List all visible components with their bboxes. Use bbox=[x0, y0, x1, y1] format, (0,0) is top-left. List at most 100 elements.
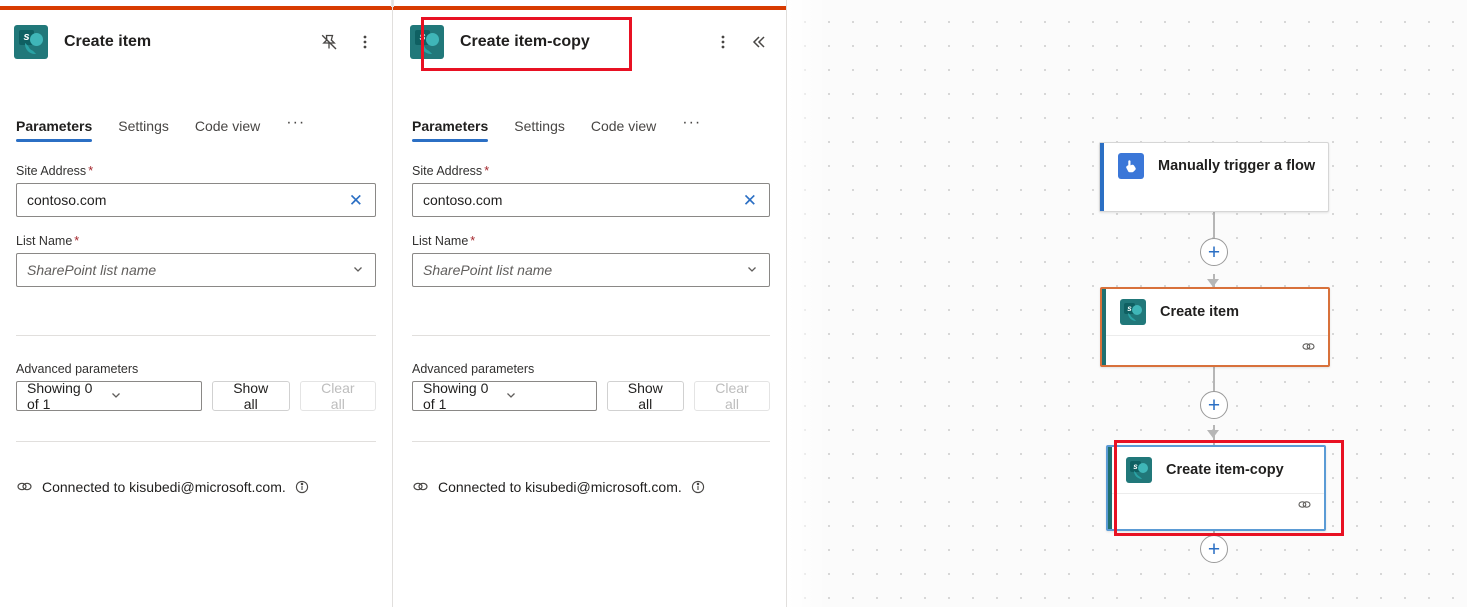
pin-off-icon[interactable] bbox=[314, 27, 344, 57]
chevron-down-icon[interactable] bbox=[107, 388, 193, 404]
site-address-value: contoso.com bbox=[423, 192, 503, 208]
list-name-placeholder: SharePoint list name bbox=[423, 262, 553, 278]
node-header: s Create item-copy bbox=[1108, 447, 1324, 493]
link-icon[interactable] bbox=[1297, 497, 1312, 517]
connection-status: Connected to kisubedi@microsoft.com. bbox=[396, 478, 786, 495]
advanced-parameters-section: Advanced parameters Showing 0 of 1 Show … bbox=[0, 362, 392, 412]
connection-icon bbox=[16, 478, 33, 495]
panel-divider-left bbox=[392, 0, 393, 607]
node-accent-bar bbox=[1108, 447, 1112, 529]
flow-node-create-item[interactable]: s Create item bbox=[1100, 287, 1330, 367]
field-label-site-address: Site Address * bbox=[16, 164, 376, 178]
sharepoint-icon: s bbox=[14, 25, 48, 59]
site-address-input[interactable]: contoso.com ✕ bbox=[412, 183, 770, 217]
show-all-button[interactable]: Show all bbox=[211, 380, 290, 412]
node-title: Create item bbox=[1160, 303, 1239, 320]
connection-icon bbox=[412, 478, 429, 495]
sharepoint-icon-swoosh bbox=[1134, 471, 1142, 479]
field-list-name: List Name * SharePoint list name bbox=[412, 234, 770, 287]
tab-settings[interactable]: Settings bbox=[514, 118, 565, 142]
add-step-button[interactable]: + bbox=[1200, 535, 1228, 563]
node-accent-bar bbox=[1102, 289, 1106, 365]
label-text: List Name bbox=[16, 234, 73, 248]
field-site-address: Site Address * contoso.com ✕ bbox=[412, 164, 770, 217]
panel-header-actions bbox=[708, 10, 774, 74]
panel-header: s Create item bbox=[0, 10, 392, 74]
list-name-placeholder: SharePoint list name bbox=[27, 262, 157, 278]
add-step-button[interactable]: + bbox=[1200, 391, 1228, 419]
flow-node-create-item-copy[interactable]: s Create item-copy bbox=[1106, 445, 1326, 531]
collapse-icon[interactable] bbox=[744, 27, 774, 57]
section-divider bbox=[16, 335, 376, 336]
advanced-parameters-controls: Showing 0 of 1 Show all Clear all bbox=[16, 380, 376, 412]
add-step-button[interactable]: + bbox=[1200, 238, 1228, 266]
sharepoint-icon-swoosh bbox=[1128, 313, 1136, 321]
tab-overflow-icon[interactable]: ··· bbox=[286, 114, 305, 142]
chevron-down-icon[interactable] bbox=[502, 388, 587, 404]
required-asterisk: * bbox=[88, 164, 94, 178]
label-text: List Name bbox=[412, 234, 469, 248]
tab-overflow-icon[interactable]: ··· bbox=[682, 114, 701, 142]
sharepoint-icon-swoosh bbox=[25, 43, 36, 54]
connection-divider bbox=[412, 441, 770, 442]
panel-title: Create item bbox=[64, 33, 152, 50]
tab-parameters[interactable]: Parameters bbox=[16, 118, 93, 142]
advanced-parameters-section: Advanced parameters Showing 0 of 1 Show … bbox=[396, 362, 786, 412]
sharepoint-icon: s bbox=[410, 25, 444, 59]
tab-code-view[interactable]: Code view bbox=[195, 118, 260, 142]
site-address-input[interactable]: contoso.com ✕ bbox=[16, 183, 376, 217]
advanced-showing-dropdown[interactable]: Showing 0 of 1 bbox=[16, 380, 202, 412]
more-options-icon[interactable] bbox=[350, 27, 380, 57]
panel-tabs: Parameters Settings Code view ··· bbox=[396, 98, 786, 142]
more-options-icon[interactable] bbox=[708, 27, 738, 57]
info-icon[interactable] bbox=[295, 480, 309, 494]
show-all-button[interactable]: Show all bbox=[606, 380, 684, 412]
label-text: Site Address bbox=[412, 164, 483, 178]
panel-header: s Create item-copy bbox=[396, 10, 786, 74]
parameters-form: Site Address * contoso.com ✕ List Name * S… bbox=[0, 164, 392, 287]
info-icon[interactable] bbox=[691, 480, 705, 494]
tab-parameters[interactable]: Parameters bbox=[412, 118, 489, 142]
required-asterisk: * bbox=[484, 164, 490, 178]
advanced-parameters-label: Advanced parameters bbox=[412, 362, 535, 376]
site-address-value: contoso.com bbox=[27, 192, 107, 208]
list-name-dropdown[interactable]: SharePoint list name bbox=[412, 253, 770, 287]
connector-arrow bbox=[1207, 279, 1219, 287]
manual-trigger-icon bbox=[1118, 153, 1144, 179]
advanced-showing-dropdown[interactable]: Showing 0 of 1 bbox=[412, 380, 597, 412]
flow-node-manual-trigger[interactable]: Manually trigger a flow bbox=[1099, 142, 1329, 212]
link-icon[interactable] bbox=[1301, 339, 1316, 359]
clear-icon[interactable]: ✕ bbox=[345, 192, 367, 209]
clear-all-button: Clear all bbox=[299, 380, 376, 412]
section-divider bbox=[412, 335, 770, 336]
node-title: Manually trigger a flow bbox=[1158, 157, 1316, 174]
connection-text: Connected to kisubedi@microsoft.com. bbox=[42, 478, 286, 495]
chevron-down-icon[interactable] bbox=[349, 263, 367, 278]
connection-status: Connected to kisubedi@microsoft.com. bbox=[0, 478, 392, 495]
canvas-edge-fade bbox=[787, 0, 827, 607]
flow-canvas[interactable]: Manually trigger a flow s Create item s … bbox=[787, 0, 1467, 607]
list-name-dropdown[interactable]: SharePoint list name bbox=[16, 253, 376, 287]
advanced-showing-value: Showing 0 of 1 bbox=[27, 380, 93, 412]
node-footer bbox=[1102, 335, 1328, 362]
connector-arrow bbox=[1207, 430, 1219, 438]
field-site-address: Site Address * contoso.com ✕ bbox=[16, 164, 376, 217]
sharepoint-icon: s bbox=[1126, 457, 1152, 483]
required-asterisk: * bbox=[470, 234, 476, 248]
node-header: s Create item bbox=[1102, 289, 1328, 335]
clear-icon[interactable]: ✕ bbox=[739, 192, 761, 209]
node-footer bbox=[1108, 493, 1324, 520]
advanced-parameters-label: Advanced parameters bbox=[16, 362, 139, 376]
panel-header-actions bbox=[314, 10, 380, 74]
field-list-name: List Name * SharePoint list name bbox=[16, 234, 376, 287]
app-root: s Create item Parameters Settings Code v… bbox=[0, 0, 1467, 607]
field-label-list-name: List Name * bbox=[16, 234, 376, 248]
clear-all-button: Clear all bbox=[693, 380, 770, 412]
panel-tabs: Parameters Settings Code view ··· bbox=[0, 98, 392, 142]
node-title: Create item-copy bbox=[1166, 461, 1284, 478]
chevron-down-icon[interactable] bbox=[743, 263, 761, 278]
parameters-form: Site Address * contoso.com ✕ List Name * S… bbox=[396, 164, 786, 287]
tab-settings[interactable]: Settings bbox=[118, 118, 169, 142]
tab-code-view[interactable]: Code view bbox=[591, 118, 656, 142]
sharepoint-icon-swoosh bbox=[421, 43, 432, 54]
